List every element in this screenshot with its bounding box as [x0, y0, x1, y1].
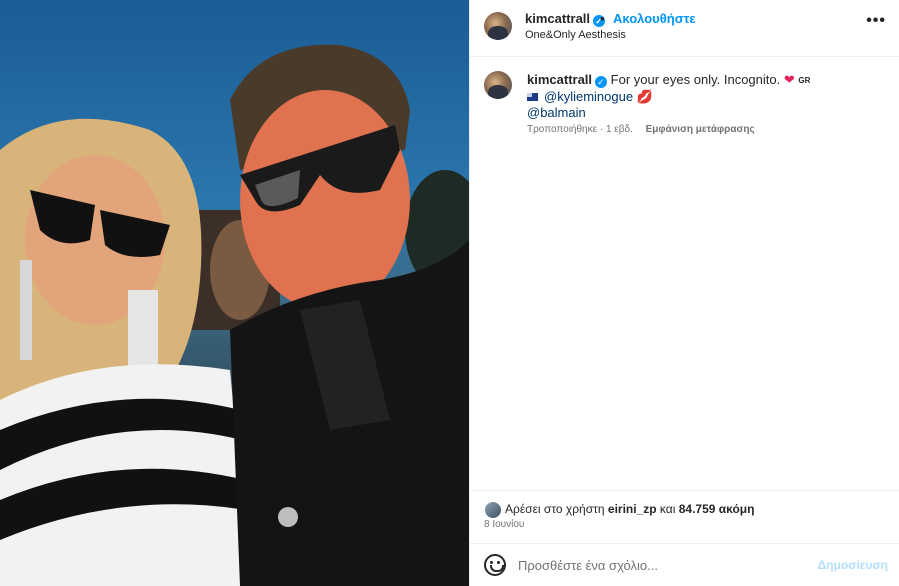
likes-count[interactable]: 84.759 ακόμη: [679, 502, 755, 516]
kiss-emoji-icon: 💋: [636, 89, 653, 104]
greece-flag-label: GR: [798, 76, 811, 85]
verified-check-icon: ✓: [595, 76, 608, 88]
likes-summary: Αρέσει στο χρήστη eirini_zp και 84.759 α…: [505, 502, 754, 516]
post-comment-button[interactable]: Δημοσίευση: [818, 558, 888, 572]
header-separator: •: [600, 11, 605, 26]
post-header: kimcattrall ✓ • Ακολουθήστε One&Only Aest…: [470, 0, 899, 57]
comment-input[interactable]: [518, 555, 798, 575]
caption-text: kimcattrall ✓ For your eyes only. Incogni…: [527, 72, 887, 121]
post-side-panel: kimcattrall ✓ • Ακολουθήστε One&Only Aest…: [469, 0, 899, 586]
author-username-text[interactable]: kimcattrall: [525, 11, 590, 26]
likes-section: Αρέσει στο χρήστη eirini_zp και 84.759 α…: [470, 490, 899, 536]
caption-meta: Τροποποιήθηκε · 1 εβδ. Εμφάνιση μετάφρασ…: [527, 124, 755, 135]
follow-button[interactable]: Ακολουθήστε: [613, 11, 696, 26]
post-date[interactable]: 8 Ιουνίου: [484, 519, 524, 530]
heart-emoji-icon: ❤: [783, 72, 795, 87]
mention-kylieminogue[interactable]: @kylieminogue: [544, 89, 633, 104]
author-username[interactable]: kimcattrall ✓: [525, 11, 606, 27]
mention-balmain[interactable]: @balmain: [527, 105, 586, 120]
see-translation-link[interactable]: Εμφάνιση μετάφρασης: [646, 124, 755, 135]
caption-username[interactable]: kimcattrall: [527, 72, 592, 87]
post-photo-illustration: [0, 0, 469, 586]
likes-connector: και: [659, 502, 676, 516]
emoji-smiley-icon[interactable]: [484, 554, 506, 576]
liker-avatar[interactable]: [484, 501, 502, 519]
edited-timestamp: Τροποποιήθηκε · 1 εβδ.: [527, 124, 633, 135]
author-avatar[interactable]: [484, 12, 512, 40]
liker-username[interactable]: eirini_zp: [608, 502, 657, 516]
post-location[interactable]: One&Only Aesthesis: [525, 29, 626, 41]
more-options-icon[interactable]: •••: [866, 12, 886, 30]
caption-body: For your eyes only. Incognito.: [610, 72, 781, 87]
post-photo[interactable]: [0, 0, 469, 586]
caption-avatar[interactable]: [484, 71, 512, 99]
comment-bar: Δημοσίευση: [470, 543, 899, 586]
likes-prefix: Αρέσει στο χρήστη: [505, 502, 605, 516]
australia-flag-icon: [527, 93, 538, 101]
